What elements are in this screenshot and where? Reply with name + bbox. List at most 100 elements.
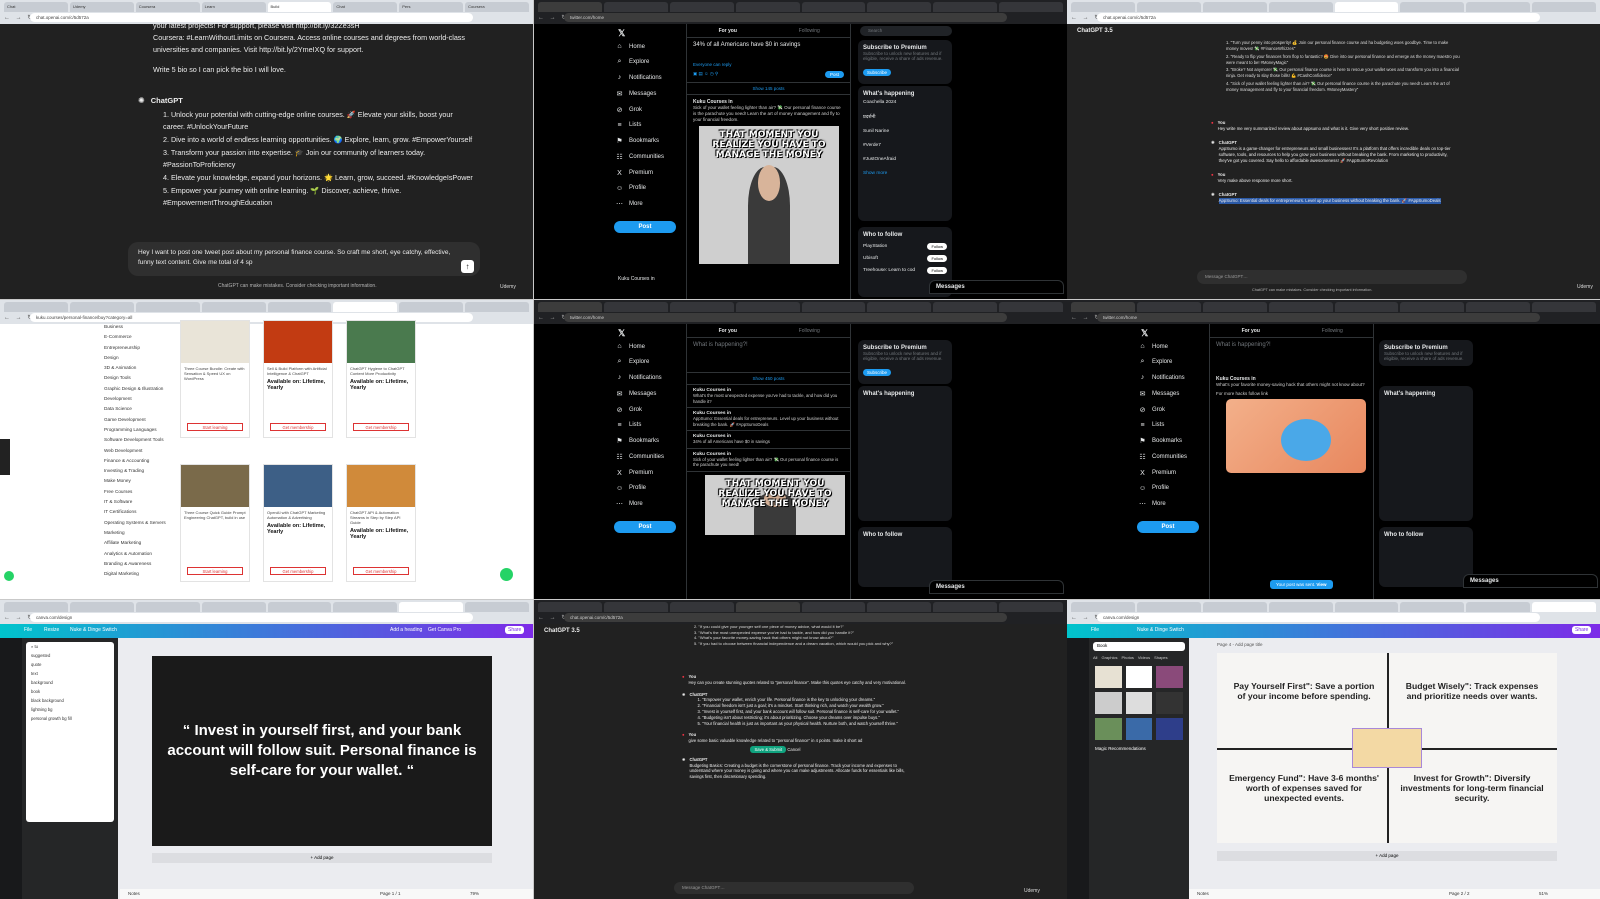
category-link[interactable]: Entrepreneurship — [104, 345, 166, 355]
book-graphic[interactable] — [1095, 666, 1122, 688]
messages-drawer[interactable]: Messages — [929, 280, 1064, 294]
sidebar-item-more[interactable]: ⋯ More — [616, 500, 664, 508]
browser-tab[interactable]: Learn — [201, 2, 266, 12]
book-graphic[interactable] — [1156, 692, 1183, 714]
resize-button[interactable]: Resize — [44, 627, 59, 633]
sidebar-item-explore[interactable]: ⌕ Explore — [616, 358, 664, 366]
category-link[interactable]: Programming Languages — [104, 427, 166, 437]
sidebar-item-bookmarks[interactable]: ⚑ Bookmarks — [1139, 437, 1187, 445]
course-cta-button[interactable]: Start learning — [187, 423, 243, 431]
add-heading[interactable]: Add a heading — [390, 627, 422, 633]
sidebar-item-messages[interactable]: ✉ Messages — [1139, 390, 1187, 398]
file-menu[interactable]: File — [1091, 627, 1099, 633]
url-bar[interactable]: twitter.com/home — [564, 13, 1007, 22]
browser-tab[interactable]: Coursera — [135, 2, 200, 12]
url-bar[interactable]: chat.openai.com/c/5d572a — [1097, 13, 1540, 22]
category-link[interactable]: Business — [104, 324, 166, 334]
category-link[interactable]: Branding & Awareness — [104, 561, 166, 571]
browser-tab[interactable]: Udemy — [69, 2, 134, 12]
sidebar-item-lists[interactable]: ≡ Lists — [616, 422, 664, 429]
course-thumbnail[interactable] — [347, 321, 415, 363]
whatsapp-icon[interactable] — [4, 571, 14, 581]
composer[interactable]: Hey I want to post one tweet post about … — [128, 242, 480, 276]
category-link[interactable]: Data Science — [104, 406, 166, 416]
composer[interactable]: Message ChatGPT… — [1197, 270, 1467, 284]
follow-button[interactable]: Follow — [927, 255, 947, 262]
category-link[interactable]: Graphic Design & Illustration — [104, 386, 166, 396]
search-suggestion[interactable]: quote — [26, 660, 114, 669]
composer-text[interactable]: Hey I want to post one tweet post about … — [138, 249, 450, 266]
course-thumbnail[interactable] — [264, 321, 332, 363]
book-graphic[interactable] — [1156, 666, 1183, 688]
course-cta-button[interactable]: Get membership — [270, 423, 326, 431]
sidebar-item-bookmarks[interactable]: ⚑ Bookmarks — [616, 437, 664, 445]
messages-drawer[interactable]: Messages — [1463, 574, 1598, 588]
book-graphic[interactable] — [1095, 692, 1122, 714]
sidebar-item-grok[interactable]: ⊘ Grok — [616, 106, 664, 114]
send-button[interactable]: ↑ — [461, 260, 474, 273]
sidebar-item-messages[interactable]: ✉ Messages — [616, 390, 664, 398]
search-input[interactable]: Search — [860, 26, 952, 36]
category-link[interactable]: Software Development Tools — [104, 437, 166, 447]
category-link[interactable]: Design — [104, 355, 166, 365]
tab-for-you[interactable]: For you — [687, 328, 769, 334]
search-suggestion[interactable]: personal growth bg fill — [26, 714, 114, 723]
you-message-2[interactable]: give some basic valuable knowledge relat… — [689, 738, 863, 744]
category-link[interactable]: Analytics & Automation — [104, 551, 166, 561]
post-button[interactable]: Post — [1137, 521, 1199, 533]
url-bar[interactable]: twitter.com/home — [564, 313, 1007, 322]
tab-for-you[interactable]: For you — [1210, 328, 1292, 334]
browser-tab[interactable]: Build — [267, 2, 332, 12]
element-tab[interactable]: Videos — [1138, 655, 1150, 660]
course-cta-button[interactable]: Start learning — [187, 567, 243, 575]
reply-setting[interactable]: Everyone can reply — [693, 62, 844, 67]
model-selector[interactable]: ChatGPT 3.5 — [544, 628, 580, 634]
tweet[interactable]: Kuku Courses in 34% of all Americans have… — [687, 431, 850, 449]
course-thumbnail[interactable] — [181, 321, 249, 363]
sidebar-item-profile[interactable]: ☺ Profile — [616, 485, 664, 492]
category-link[interactable]: Affiliate Marketing — [104, 540, 166, 550]
sidebar-item-profile[interactable]: ☺ Profile — [1139, 485, 1187, 492]
trend-item[interactable]: Show more — [863, 171, 947, 176]
subscribe-button[interactable]: Subscribe — [863, 369, 892, 376]
tab-following[interactable]: Following — [1292, 328, 1374, 334]
compose-input[interactable]: What is happening?! — [1210, 338, 1373, 372]
profile-chip[interactable]: Kuku Courses in — [618, 276, 655, 282]
search-suggestion[interactable]: text — [26, 669, 114, 678]
compose-post-button[interactable]: Post — [824, 71, 844, 78]
follow-name[interactable]: Ubisoft — [863, 256, 878, 261]
design-name[interactable]: Nuke & Dinge Switch — [1137, 627, 1184, 633]
tweet[interactable]: Kuku Courses in Sick of your wallet feeli… — [687, 449, 850, 472]
category-link[interactable]: Finance & Accounting — [104, 458, 166, 468]
follow-item[interactable]: Ubisoft Follow — [863, 255, 947, 262]
course-card[interactable]: ChatGPT API & Automation Streams in Step… — [346, 464, 416, 582]
sidebar-item-notifications[interactable]: ♪ Notifications — [616, 74, 664, 81]
book-graphic[interactable] — [1125, 666, 1153, 688]
sidebar-item-explore[interactable]: ⌕ Explore — [616, 58, 664, 66]
infographic-design[interactable]: Pay Yourself First": Save a portion of y… — [1217, 653, 1557, 843]
course-card[interactable]: Three Course Quick Guide Prompt Engineer… — [180, 464, 250, 582]
share-button[interactable]: Share — [505, 626, 525, 634]
post-sent-toast[interactable]: Your post was sent. View — [1270, 580, 1333, 589]
tweet[interactable]: Kuku Courses in What's the most unexpecte… — [687, 385, 850, 408]
file-menu[interactable]: File — [24, 627, 32, 633]
sidebar-item-communities[interactable]: ☷ Communities — [1139, 453, 1187, 461]
category-link[interactable]: Operating Systems & Servers — [104, 520, 166, 530]
post-button[interactable]: Post — [614, 221, 676, 233]
piggy-bank-image[interactable] — [1226, 399, 1366, 473]
quote-design[interactable]: “ Invest in yourself first, and your ban… — [152, 656, 492, 846]
course-cta-button[interactable]: Get membership — [270, 567, 326, 575]
sidebar-item-premium[interactable]: X Premium — [616, 470, 664, 477]
browser-tab[interactable]: Pers — [399, 2, 464, 12]
trend-item[interactable]: प्रदर्शनी — [863, 114, 947, 120]
browser-tab[interactable]: Chat — [4, 2, 68, 12]
sidebar-item-home[interactable]: ⌂ Home — [1139, 343, 1187, 350]
follow-name[interactable]: Treehouse: Learn to cod — [863, 268, 915, 273]
x-logo-icon[interactable]: 𝕏 — [618, 328, 625, 339]
tweet[interactable]: Kuku Courses in AppSumo: Essential deals … — [687, 408, 850, 431]
sidebar-item-grok[interactable]: ⊘ Grok — [616, 406, 664, 414]
messages-drawer[interactable]: Messages — [929, 580, 1064, 594]
save-submit-button[interactable]: Save & Submit — [750, 745, 787, 753]
category-link[interactable]: Marketing — [104, 530, 166, 540]
sidebar-item-premium[interactable]: X Premium — [616, 170, 664, 177]
